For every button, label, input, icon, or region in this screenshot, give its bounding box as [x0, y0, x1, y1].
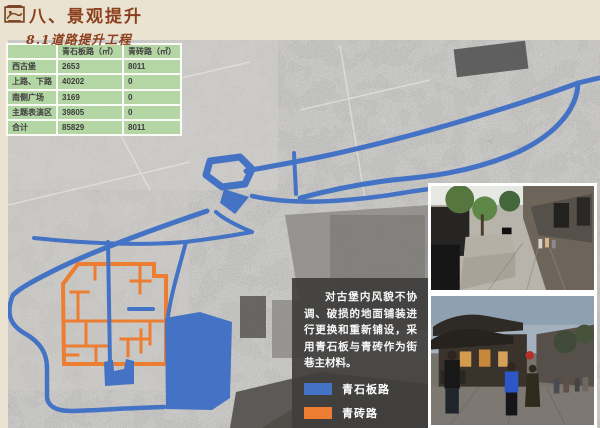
stone-value: 2653 [58, 60, 122, 73]
note-overlay: 对古堡内风貌不协调、破损的地面铺装进行更换和重新铺设，采用青石板与青砖作为街巷主… [292, 278, 428, 428]
legend-label: 青砖路 [342, 405, 378, 421]
page-title: 八、景观提升 [29, 2, 143, 27]
road-quantity-table: 青石板路（㎡） 青砖路（㎡） 西古堡26538011上路、下路402020南侧广… [6, 43, 182, 136]
table-row: 主题表演区398050 [8, 106, 180, 119]
stone-value: 3169 [58, 91, 122, 104]
legend-swatch [304, 383, 332, 395]
brick-value: 8011 [124, 121, 180, 134]
page-subtitle: 8.1道路提升工程 [26, 29, 143, 48]
table-row: 上路、下路402020 [8, 75, 180, 88]
brick-value: 0 [124, 91, 180, 104]
map-legend: 青石板路青砖路 [304, 381, 417, 421]
slide-header: 八、景观提升 8.1道路提升工程 [4, 2, 143, 48]
table-row: 合计858298011 [8, 121, 180, 134]
brick-value: 8011 [124, 60, 180, 73]
brick-value: 0 [124, 75, 180, 88]
photo-old-street-dusk [428, 293, 597, 428]
row-label: 西古堡 [8, 60, 56, 73]
row-label: 合计 [8, 121, 56, 134]
table-row: 南侧广场31690 [8, 91, 180, 104]
legend-item: 青砖路 [304, 405, 417, 421]
stone-value: 40202 [58, 75, 122, 88]
row-label: 上路、下路 [8, 75, 56, 88]
stone-value: 39805 [58, 106, 122, 119]
row-label: 南侧广场 [8, 91, 56, 104]
slide-road-improvement: { "page": { "title": "八、景观提升", "subtitle… [0, 0, 600, 428]
scroll-seal-icon [4, 4, 25, 25]
legend-item: 青石板路 [304, 381, 417, 397]
row-label: 主题表演区 [8, 106, 56, 119]
table-row: 西古堡26538011 [8, 60, 180, 73]
legend-swatch [304, 407, 332, 419]
note-text: 对古堡内风貌不协调、破损的地面铺装进行更换和重新铺设，采用青石板与青砖作为街巷主… [304, 289, 417, 372]
photo-renovated-street-day [428, 183, 597, 293]
stone-value: 85829 [58, 121, 122, 134]
brick-value: 0 [124, 106, 180, 119]
legend-label: 青石板路 [342, 381, 390, 397]
